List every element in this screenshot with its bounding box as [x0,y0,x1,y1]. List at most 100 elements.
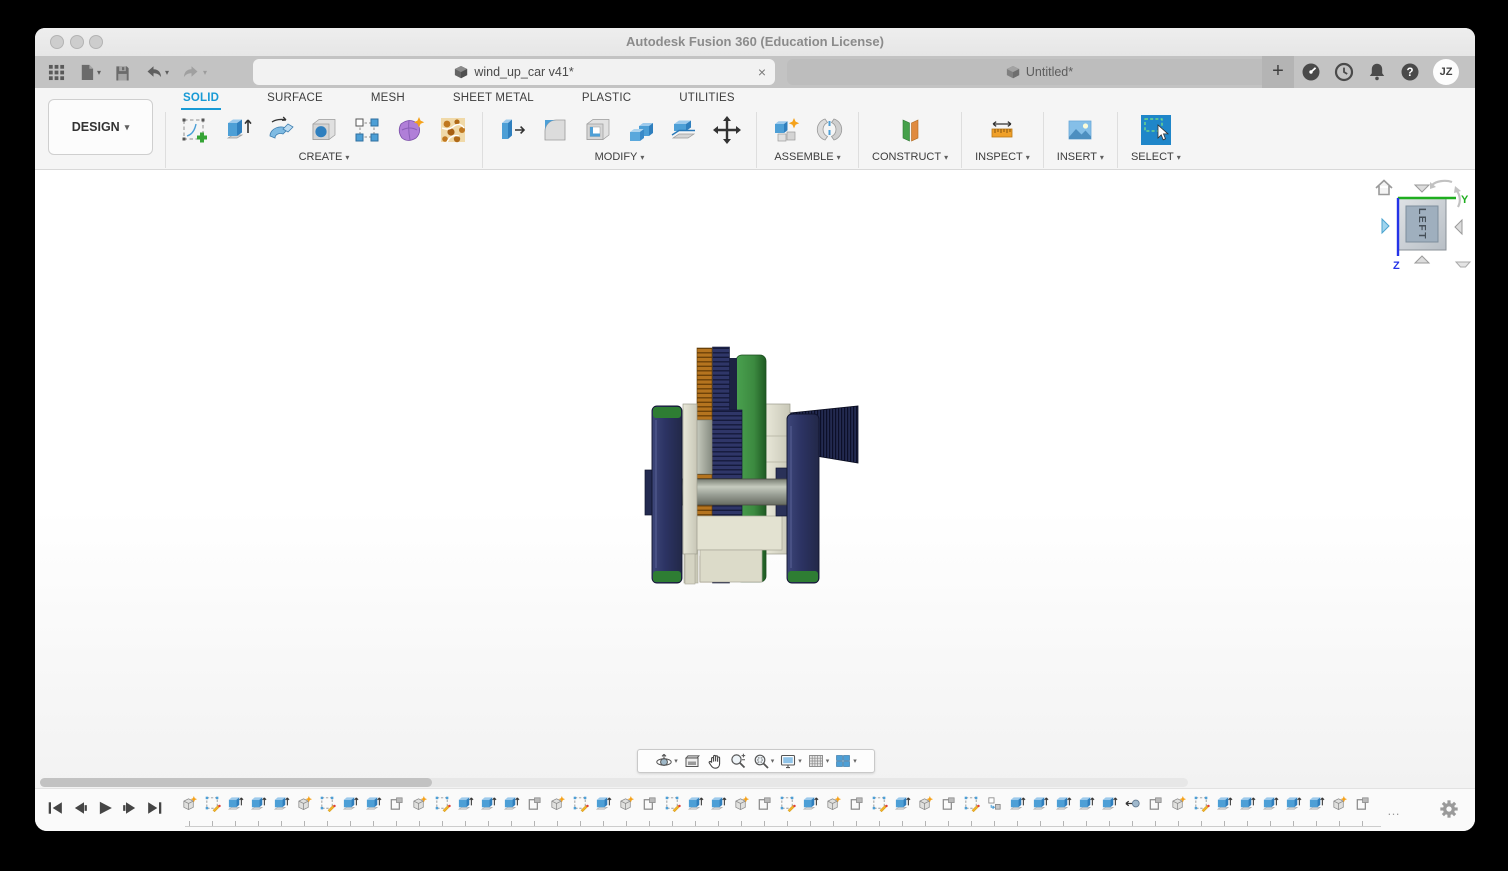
insert-image-button[interactable] [1064,114,1096,146]
timeline-scrollbar-track[interactable] [40,778,1188,787]
timeline-item-plane[interactable] [1351,795,1374,826]
group-label-modify[interactable]: MODIFY ▾ [595,151,645,163]
perspective-toggle-icon[interactable] [1454,261,1472,268]
create-form-button[interactable] [394,114,426,146]
timeline-item-plane[interactable] [753,795,776,826]
timeline-item-joint[interactable] [1121,795,1144,826]
timeline-item-plane[interactable] [385,795,408,826]
timeline-item-extrude[interactable] [1006,795,1029,826]
timeline-item-extrude[interactable] [799,795,822,826]
timeline-item-extrude[interactable] [707,795,730,826]
avatar[interactable]: JZ [1433,59,1459,85]
volumetric-lattice-button[interactable] [437,114,469,146]
roll-left-arrow-icon[interactable] [1431,179,1453,186]
zoom-fit-button[interactable]: ▾ [752,752,774,770]
redo-button[interactable]: ▾ [179,56,210,88]
timeline-item-sketch[interactable] [661,795,684,826]
app-launcher-button[interactable] [45,56,68,88]
home-view-icon[interactable] [1375,179,1393,196]
rotate-right-arrow-icon[interactable] [1454,218,1463,236]
timeline-item-sketch[interactable] [431,795,454,826]
timeline-item-sketch[interactable] [960,795,983,826]
timeline-item-extrude[interactable] [224,795,247,826]
timeline-item-sketch[interactable] [316,795,339,826]
select-window-button[interactable] [1140,114,1172,146]
timeline-item-extrude[interactable] [362,795,385,826]
combine-button[interactable] [625,114,657,146]
timeline-item-plane[interactable] [845,795,868,826]
viewports-button[interactable]: ▾ [834,752,857,770]
timeline-item-extrude[interactable] [891,795,914,826]
timeline-item-sketch[interactable] [201,795,224,826]
3d-viewport-canvas[interactable]: LEFT Y Z ▾ ▾ ▾ ▾ ▾ [35,170,1475,788]
timeline-item-sketch[interactable] [569,795,592,826]
timeline-item-extrude[interactable] [500,795,523,826]
group-label-create[interactable]: CREATE ▾ [299,151,350,163]
timeline-item-component[interactable] [914,795,937,826]
measure-button[interactable] [986,114,1018,146]
move-copy-button[interactable] [711,114,743,146]
split-body-button[interactable] [668,114,700,146]
construction-plane-button[interactable] [894,114,926,146]
rotate-up-arrow-icon[interactable] [1413,184,1431,193]
timeline-item-component[interactable] [293,795,316,826]
display-settings-button[interactable]: ▾ [779,752,802,770]
timeline-item-plane[interactable] [638,795,661,826]
fillet-button[interactable] [539,114,571,146]
skip-to-end-button[interactable] [147,800,163,816]
tab-surface[interactable]: SURFACE [265,90,325,110]
joint-button[interactable] [813,114,845,146]
timeline-item-extrude[interactable] [1052,795,1075,826]
press-pull-button[interactable] [496,114,528,146]
model-wind-up-car[interactable] [640,340,870,590]
new-component-button[interactable] [770,114,802,146]
tab-solid[interactable]: SOLID [181,90,222,110]
undo-button[interactable]: ▾ [141,56,172,88]
bell-icon[interactable] [1367,62,1387,82]
group-label-select[interactable]: SELECT ▾ [1131,151,1181,163]
group-label-inspect[interactable]: INSPECT ▾ [975,151,1030,163]
tab-utilities[interactable]: UTILITIES [677,90,736,110]
tab-mesh[interactable]: MESH [369,90,407,110]
zoom-button[interactable] [729,752,747,770]
timeline-item-extrude[interactable] [1282,795,1305,826]
timeline-scrollbar-thumb[interactable] [40,778,432,787]
timeline-item-component[interactable] [730,795,753,826]
timeline-item-extrude[interactable] [1213,795,1236,826]
hole-button[interactable] [308,114,340,146]
group-label-insert[interactable]: INSERT ▾ [1057,151,1104,163]
document-tab-wind-up-car[interactable]: wind_up_car v41* × [253,59,775,85]
look-at-button[interactable] [683,752,701,770]
group-label-construct[interactable]: CONSTRUCT ▾ [872,151,948,163]
create-sketch-button[interactable] [179,114,211,146]
file-menu-button[interactable]: ▾ [75,56,104,88]
shell-button[interactable] [582,114,614,146]
timeline-item-plane[interactable] [937,795,960,826]
timeline-item-extrude[interactable] [454,795,477,826]
new-document-tab-button[interactable]: + [1262,56,1294,88]
timeline-item-extrude[interactable] [1029,795,1052,826]
clock-icon[interactable] [1334,62,1354,82]
timeline-item-sketch[interactable] [868,795,891,826]
tab-sheet-metal[interactable]: SHEET METAL [451,90,536,110]
timeline-item-extrude[interactable] [684,795,707,826]
play-button[interactable] [97,800,113,816]
timeline-item-component[interactable] [1167,795,1190,826]
timeline-item-extrude[interactable] [1098,795,1121,826]
view-cube[interactable]: LEFT Y Z [1368,172,1475,274]
timeline-item-component[interactable] [1328,795,1351,826]
tab-plastic[interactable]: PLASTIC [580,90,633,110]
extrude-button[interactable] [222,114,254,146]
rectangular-pattern-button[interactable] [351,114,383,146]
timeline-item-extrude[interactable] [1075,795,1098,826]
timeline-item-extrude[interactable] [1305,795,1328,826]
step-back-button[interactable] [72,800,88,816]
group-label-assemble[interactable]: ASSEMBLE ▾ [774,151,840,163]
timeline-item-component[interactable] [615,795,638,826]
grid-display-button[interactable]: ▾ [807,752,829,770]
timeline-item-extrude[interactable] [592,795,615,826]
job-status-gauge-icon[interactable] [1301,62,1321,82]
orbit-button[interactable]: ▾ [655,752,678,770]
pan-button[interactable] [706,752,724,770]
timeline-item-component[interactable] [822,795,845,826]
